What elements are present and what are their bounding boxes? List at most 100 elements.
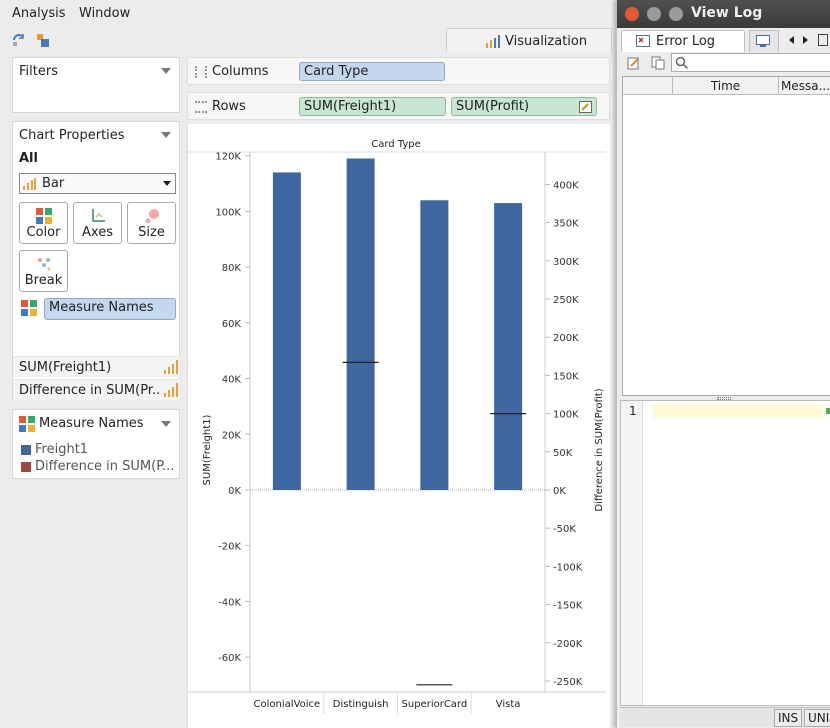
x-tick-label: Distinguish <box>333 699 389 710</box>
legend-panel: Measure Names Freight1 Difference in SUM… <box>12 409 180 479</box>
columns-label: Columns <box>212 64 269 79</box>
profit-pill[interactable]: SUM(Profit) <box>451 97 597 116</box>
log-search-input[interactable] <box>671 53 830 72</box>
y-right-tick-label: 0K <box>553 486 566 497</box>
search-icon <box>675 56 689 70</box>
chart-title: Card Type <box>371 139 421 150</box>
view-log-tabs: Error Log <box>617 28 830 52</box>
chart-type-select[interactable]: Bar <box>19 173 176 194</box>
size-button[interactable]: Size <box>127 202 176 244</box>
chevron-down-icon[interactable] <box>161 421 171 427</box>
encoding-indicator: UNI <box>804 709 830 727</box>
chevron-down-icon <box>163 181 171 186</box>
x-tick-label: SuperiorCard <box>402 699 468 710</box>
y-right-tick-label: 150K <box>553 371 579 382</box>
chart-type-value: Bar <box>42 176 65 191</box>
axes-icon <box>92 209 105 222</box>
columns-shelf: Columns Card Type <box>187 57 610 85</box>
tab-error-log[interactable]: Error Log <box>621 30 745 52</box>
measure-row-difference[interactable]: Difference in SUM(Pr... <box>13 379 180 400</box>
chart-properties-title: Chart Properties <box>19 128 125 143</box>
filters-title: Filters <box>19 64 58 79</box>
y-left-tick-label: -20K <box>218 542 241 553</box>
measure-row-freight[interactable]: SUM(Freight1) <box>13 356 180 377</box>
view-log-title: View Log <box>691 5 763 21</box>
x-tick-label: ColonialVoice <box>254 699 321 710</box>
minimize-icon[interactable] <box>647 7 661 21</box>
refresh-icon[interactable] <box>11 32 27 48</box>
scroll-right-icon[interactable] <box>803 36 808 44</box>
marker-icon <box>826 408 830 414</box>
chart-icon <box>486 35 500 48</box>
view-log-titlebar: View Log <box>617 0 830 28</box>
chevron-down-icon[interactable] <box>161 132 171 138</box>
y-right-axis-title: Difference in SUM(Profit) <box>594 388 605 511</box>
menu-window[interactable]: Window <box>79 6 130 21</box>
rows-label: Rows <box>212 99 246 114</box>
legend-swatch-freight <box>21 445 31 455</box>
y-left-axis-title: SUM(Freight1) <box>202 414 213 485</box>
tab-list-icon[interactable] <box>818 34 828 46</box>
column-header-time[interactable]: Time <box>673 77 779 95</box>
bar-chart-icon <box>164 360 178 374</box>
table-calc-icon[interactable] <box>579 101 592 113</box>
x-tick-label: Vista <box>496 699 521 710</box>
y-right-tick-label: 400K <box>553 180 579 191</box>
bar-vista <box>494 203 523 490</box>
legend-title: Measure Names <box>39 416 144 431</box>
marks-selector[interactable]: All <box>19 151 38 166</box>
close-icon[interactable] <box>625 7 639 21</box>
y-left-tick-label: 80K <box>222 263 242 274</box>
chart: Card Type 120K 100K 80K 60K 40K 20K 0K -20K -40K -… <box>188 139 606 714</box>
y-left-tick-label: -40K <box>218 597 241 608</box>
y-left-tick-label: 20K <box>222 430 242 441</box>
log-table-header: Time Messa... <box>623 77 830 95</box>
break-label: Break <box>24 273 63 288</box>
legend-swatch-difference <box>21 462 31 472</box>
y-right-tick-label: 350K <box>553 219 579 230</box>
main-window: Analysis Window Visualization Filters Co… <box>0 0 616 728</box>
y-right-tick-label: -250K <box>553 677 583 688</box>
rows-shelf: Rows SUM(Freight1) SUM(Profit) <box>187 92 610 120</box>
column-header-message[interactable]: Messa... <box>781 79 830 93</box>
color-button[interactable]: Color <box>19 202 68 244</box>
legend-label: Difference in SUM(P... <box>35 459 175 474</box>
chevron-down-icon[interactable] <box>161 68 171 74</box>
line-gutter: 1 <box>621 401 643 705</box>
rows-icon <box>195 101 207 113</box>
maximize-icon[interactable] <box>669 7 683 21</box>
y-right-tick-label: 50K <box>553 448 573 459</box>
tab-console[interactable] <box>749 30 779 52</box>
y-right-tick-label: -50K <box>553 524 576 535</box>
tab-visualization[interactable]: Visualization <box>446 28 612 52</box>
copy-icon[interactable] <box>651 56 665 70</box>
size-label: Size <box>138 225 165 240</box>
y-left-tick-label: 60K <box>222 319 242 330</box>
y-right-tick-label: -150K <box>553 601 583 612</box>
data-source-icon[interactable] <box>35 32 51 48</box>
menu-analysis[interactable]: Analysis <box>12 6 66 21</box>
columns-icon <box>195 66 207 78</box>
y-left-tick-label: 0K <box>228 486 241 497</box>
freight-pill[interactable]: SUM(Freight1) <box>299 97 446 116</box>
view-log-window: View Log Error Log Time Messa... 1 INS U… <box>616 0 830 728</box>
scroll-left-icon[interactable] <box>789 36 794 44</box>
bar-distinguish <box>346 158 375 490</box>
log-editor[interactable]: 1 <box>620 400 830 706</box>
y-right-tick-label: -100K <box>553 562 583 573</box>
legend-label: Freight1 <box>35 442 89 457</box>
bar-superiorcard <box>420 200 449 490</box>
break-button[interactable]: Break <box>19 250 68 292</box>
error-log-icon <box>636 35 650 47</box>
column-header-blank[interactable] <box>623 77 673 95</box>
color-icon <box>36 208 52 224</box>
edit-icon[interactable] <box>627 56 641 70</box>
log-table: Time Messa... <box>622 76 830 396</box>
status-bar: INS UNI <box>620 707 830 727</box>
console-icon <box>756 35 770 47</box>
log-toolbar <box>617 52 830 74</box>
axes-button[interactable]: Axes <box>73 202 122 244</box>
measure-names-pill[interactable]: Measure Names <box>44 298 176 320</box>
axes-label: Axes <box>82 225 113 240</box>
card-type-pill[interactable]: Card Type <box>299 62 445 81</box>
